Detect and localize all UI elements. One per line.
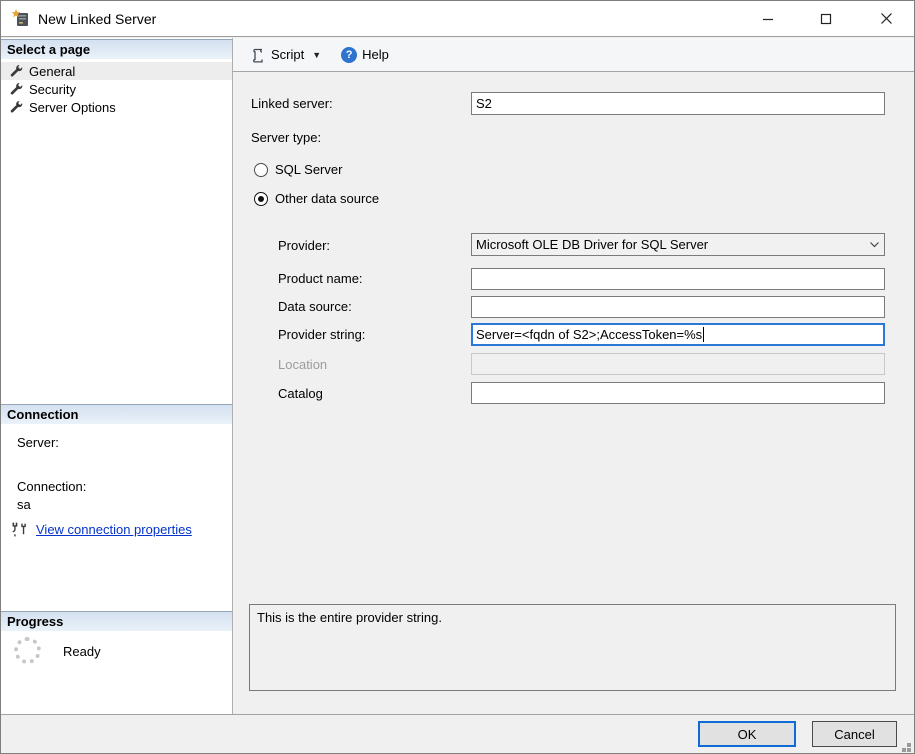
server-label: Server: (17, 435, 59, 450)
minimize-icon (763, 18, 773, 20)
radio-sql-server[interactable]: SQL Server (254, 162, 342, 177)
product-name-label: Product name: (278, 271, 363, 286)
location-label: Location (278, 357, 328, 372)
provider-selected-value: Microsoft OLE DB Driver for SQL Server (476, 237, 709, 252)
radio-other-data-source[interactable]: Other data source (254, 191, 379, 206)
script-label: Script (271, 47, 305, 62)
linked-server-input[interactable] (471, 92, 885, 115)
help-icon: ? (341, 46, 358, 63)
text-caret (703, 327, 705, 342)
toolbar: Script ▼ ? Help (233, 38, 914, 72)
close-button[interactable] (861, 1, 911, 36)
description-text: This is the entire provider string. (257, 610, 442, 625)
resize-grip[interactable] (907, 748, 911, 752)
linked-server-label: Linked server: (251, 96, 333, 111)
sidebar-item-label: Security (29, 81, 76, 97)
provider-string-description-box: This is the entire provider string. (249, 604, 896, 691)
title-bar: New Linked Server (1, 1, 914, 37)
wrench-icon (10, 101, 23, 113)
window-title: New Linked Server (38, 11, 157, 27)
sidebar-item-label: General (29, 63, 76, 79)
maximize-icon (820, 13, 832, 24)
new-linked-server-icon (11, 9, 28, 26)
sidebar-item-security[interactable]: Security (1, 80, 232, 98)
view-connection-properties-row: View connection properties (11, 521, 192, 538)
connection-value: sa (17, 497, 31, 512)
footer: OK Cancel (1, 714, 914, 753)
wrench-icon (10, 83, 23, 95)
chevron-down-icon: ▼ (312, 49, 322, 60)
data-source-input[interactable] (471, 296, 885, 318)
help-button[interactable]: ? Help (336, 44, 394, 66)
provider-label: Provider: (278, 238, 331, 253)
help-label: Help (362, 47, 389, 62)
catalog-label: Catalog (278, 386, 323, 401)
select-a-page-header: Select a page (1, 39, 232, 59)
location-input (471, 353, 885, 375)
radio-sql-server-label: SQL Server (275, 162, 343, 177)
cancel-button[interactable]: Cancel (812, 721, 897, 747)
wrench-icon (10, 65, 23, 77)
sidebar-item-general[interactable]: General (1, 62, 232, 80)
radio-other-data-source-label: Other data source (275, 191, 380, 206)
server-type-label: Server type: (251, 130, 322, 145)
provider-string-label: Provider string: (278, 327, 366, 342)
connection-properties-icon (12, 522, 26, 537)
script-button[interactable]: Script ▼ (245, 44, 326, 66)
maximize-button[interactable] (801, 1, 851, 36)
product-name-input[interactable] (471, 268, 885, 290)
view-connection-properties-link[interactable]: View connection properties (36, 522, 192, 537)
progress-status: Ready (63, 644, 101, 659)
provider-string-value: Server=<fqdn of S2>;AccessToken=%s (476, 327, 703, 342)
sidebar-item-server-options[interactable]: Server Options (1, 98, 232, 116)
radio-unchecked-icon (254, 162, 268, 177)
progress-header: Progress (1, 611, 232, 631)
sidebar: Select a page General Security Server Op… (1, 38, 233, 714)
connection-header: Connection (1, 404, 232, 424)
ok-button[interactable]: OK (698, 721, 796, 747)
sidebar-item-label: Server Options (29, 99, 116, 115)
progress-spinner-icon (14, 637, 41, 664)
script-icon (253, 48, 263, 63)
provider-dropdown[interactable]: Microsoft OLE DB Driver for SQL Server (471, 233, 885, 256)
minimize-button[interactable] (743, 1, 793, 36)
main-panel: Script ▼ ? Help Linked server: Server ty… (233, 38, 914, 714)
provider-string-input[interactable]: Server=<fqdn of S2>;AccessToken=%s (471, 323, 885, 346)
new-linked-server-dialog: New Linked Server Select a page General … (0, 0, 915, 754)
radio-checked-icon (254, 191, 268, 206)
data-source-label: Data source: (278, 299, 352, 314)
chevron-down-icon (870, 242, 879, 248)
connection-label: Connection: (17, 479, 87, 494)
catalog-input[interactable] (471, 382, 885, 404)
close-icon (880, 13, 892, 24)
